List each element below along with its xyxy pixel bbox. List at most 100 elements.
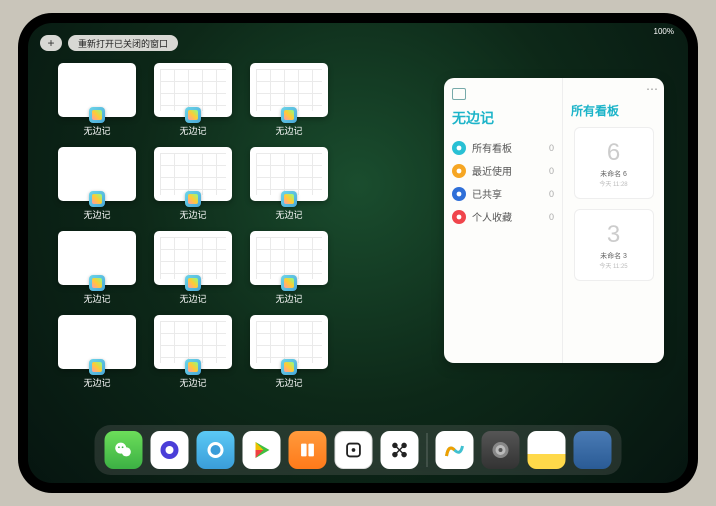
panel-sidebar: 无边记 所有看板 0 最近使用 0 已共享 0 个人收藏 0	[444, 78, 562, 363]
thumbnail-preview	[154, 315, 232, 369]
window-label: 无边记	[83, 376, 110, 389]
window-label: 无边记	[275, 208, 302, 221]
right-title: 所有看板	[571, 102, 656, 119]
new-window-button[interactable]: +	[40, 35, 62, 51]
sidebar-item-count: 0	[549, 189, 554, 199]
window-thumbnail[interactable]: 无边记	[154, 231, 232, 305]
window-label: 无边记	[179, 292, 206, 305]
dock	[95, 425, 622, 475]
dock-app-dot[interactable]	[335, 431, 373, 469]
window-label: 无边记	[83, 124, 110, 137]
board-preview: 6	[607, 139, 620, 167]
dock-app-wechat[interactable]	[105, 431, 143, 469]
reopen-closed-window-button[interactable]: 重新打开已关闭的窗口	[68, 35, 178, 51]
freeform-app-icon	[281, 275, 297, 291]
dock-app-qbrowser[interactable]	[197, 431, 235, 469]
panel-right: ⋯ 所有看板 6 未命名 6 今天 11:28 3 未命名 3 今天 11:25	[562, 78, 664, 363]
freeform-app-icon	[89, 359, 105, 375]
thumbnail-preview	[154, 231, 232, 285]
heart-icon	[452, 210, 466, 224]
thumbnail-preview	[250, 147, 328, 201]
battery-indicator: 100%	[654, 27, 674, 36]
panel-title: 无边记	[452, 108, 554, 128]
dock-divider	[427, 433, 428, 467]
cloud-icon	[452, 141, 466, 155]
dock-app-freeform[interactable]	[436, 431, 474, 469]
sidebar-item-heart[interactable]: 个人收藏 0	[452, 205, 554, 228]
freeform-app-icon	[185, 107, 201, 123]
thumbnail-preview	[250, 315, 328, 369]
sidebar-item-label: 最近使用	[472, 163, 512, 178]
ipad-frame: 100% + 重新打开已关闭的窗口 无边记 无边记 无边记 无边记 无边记 无边	[18, 13, 698, 493]
sidebar-item-count: 0	[549, 143, 554, 153]
window-thumbnail[interactable]: 无边记	[250, 315, 328, 389]
window-thumbnail[interactable]: 无边记	[154, 147, 232, 221]
sidebar-collapse-icon[interactable]	[452, 88, 466, 100]
window-thumbnail[interactable]: 无边记	[58, 147, 136, 221]
dock-app-nodes[interactable]	[381, 431, 419, 469]
sidebar-item-label: 已共享	[472, 186, 502, 201]
window-thumbnail[interactable]: 无边记	[58, 63, 136, 137]
app-switcher-grid: 无边记 无边记 无边记 无边记 无边记 无边记 无边记 无边记	[58, 63, 418, 389]
status-bar: 100%	[654, 27, 674, 36]
window-label: 无边记	[275, 292, 302, 305]
window-label: 无边记	[179, 208, 206, 221]
thumbnail-preview	[58, 315, 136, 369]
freeform-app-icon	[281, 359, 297, 375]
sidebar-item-count: 0	[549, 212, 554, 222]
dock-app-folder[interactable]	[574, 431, 612, 469]
sidebar-item-cloud[interactable]: 所有看板 0	[452, 136, 554, 159]
freeform-app-icon	[185, 359, 201, 375]
window-label: 无边记	[179, 376, 206, 389]
window-thumbnail[interactable]: 无边记	[154, 63, 232, 137]
screen: 100% + 重新打开已关闭的窗口 无边记 无边记 无边记 无边记 无边记 无边	[28, 23, 688, 483]
freeform-app-icon	[185, 275, 201, 291]
window-thumbnail[interactable]: 无边记	[154, 315, 232, 389]
board-time: 今天 11:25	[599, 261, 627, 270]
board-card[interactable]: 3 未命名 3 今天 11:25	[574, 209, 654, 281]
window-label: 无边记	[179, 124, 206, 137]
window-thumbnail[interactable]: 无边记	[250, 231, 328, 305]
board-name: 未命名 3	[600, 251, 627, 261]
clock-icon	[452, 164, 466, 178]
freeform-panel[interactable]: 无边记 所有看板 0 最近使用 0 已共享 0 个人收藏 0 ⋯ 所有看板 6 …	[444, 78, 664, 363]
more-icon[interactable]: ⋯	[646, 82, 658, 96]
window-label: 无边记	[83, 292, 110, 305]
thumbnail-preview	[154, 63, 232, 117]
freeform-app-icon	[89, 107, 105, 123]
window-label: 无边记	[275, 124, 302, 137]
thumbnail-preview	[58, 231, 136, 285]
topbar: + 重新打开已关闭的窗口	[40, 35, 178, 51]
board-preview: 3	[607, 221, 620, 249]
board-time: 今天 11:28	[599, 179, 627, 188]
dock-app-quark[interactable]	[151, 431, 189, 469]
freeform-app-icon	[281, 191, 297, 207]
window-thumbnail[interactable]: 无边记	[58, 231, 136, 305]
freeform-app-icon	[89, 275, 105, 291]
thumbnail-preview	[58, 147, 136, 201]
window-label: 无边记	[275, 376, 302, 389]
window-thumbnail[interactable]: 无边记	[250, 147, 328, 221]
board-card[interactable]: 6 未命名 6 今天 11:28	[574, 127, 654, 199]
window-thumbnail[interactable]: 无边记	[58, 315, 136, 389]
freeform-app-icon	[185, 191, 201, 207]
person-icon	[452, 187, 466, 201]
sidebar-item-clock[interactable]: 最近使用 0	[452, 159, 554, 182]
dock-app-media[interactable]	[243, 431, 281, 469]
window-label: 无边记	[83, 208, 110, 221]
thumbnail-preview	[154, 147, 232, 201]
dock-app-notes[interactable]	[528, 431, 566, 469]
sidebar-item-label: 所有看板	[472, 140, 512, 155]
sidebar-item-count: 0	[549, 166, 554, 176]
sidebar-item-label: 个人收藏	[472, 209, 512, 224]
thumbnail-preview	[250, 63, 328, 117]
freeform-app-icon	[89, 191, 105, 207]
thumbnail-preview	[250, 231, 328, 285]
dock-app-settings[interactable]	[482, 431, 520, 469]
window-thumbnail[interactable]: 无边记	[250, 63, 328, 137]
dock-app-books[interactable]	[289, 431, 327, 469]
freeform-app-icon	[281, 107, 297, 123]
board-name: 未命名 6	[600, 169, 627, 179]
sidebar-item-person[interactable]: 已共享 0	[452, 182, 554, 205]
thumbnail-preview	[58, 63, 136, 117]
